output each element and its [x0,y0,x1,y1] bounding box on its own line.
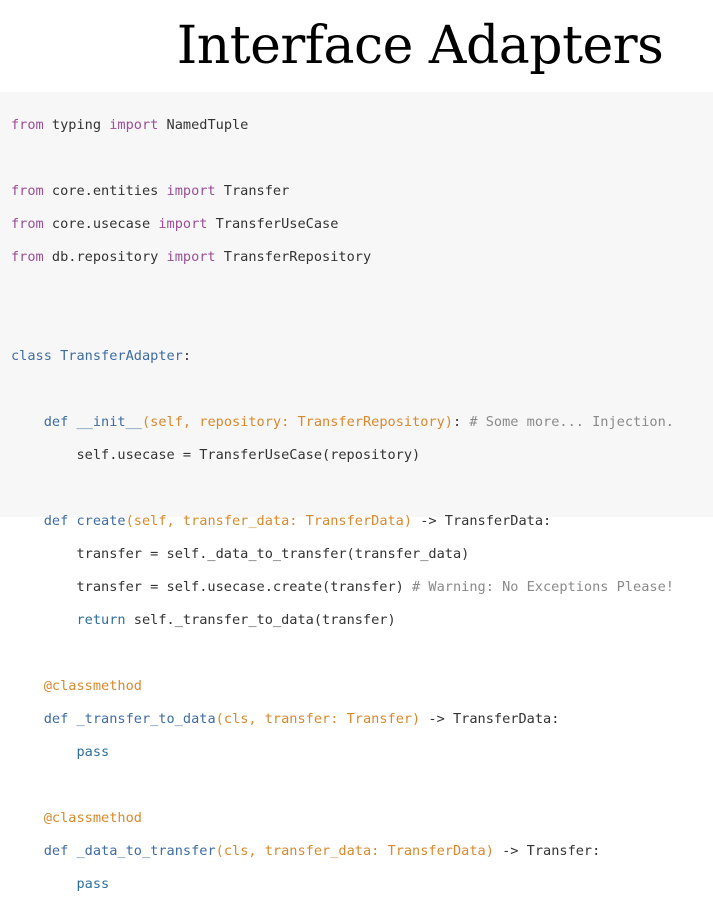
code-punct: : [182,347,192,364]
module-name: core.entities [43,182,167,199]
code-line: self.usecase = TransferUseCase(repositor… [11,447,674,464]
function-name: _data_to_transfer [76,842,216,859]
keyword-class: class [11,347,52,364]
code-line: return self._transfer_to_data(transfer) [11,612,674,629]
keyword-import: import [166,248,216,265]
code-line: def create(self, transfer_data: Transfer… [11,513,674,530]
code-line: @classmethod [11,678,674,695]
decorator: @classmethod [43,809,142,826]
keyword-from: from [11,215,44,232]
code-line: class TransferAdapter: [11,348,674,365]
code-line: def _transfer_to_data(cls, transfer: Tra… [11,711,674,728]
import-name: TransferUseCase [207,215,339,232]
function-params: (cls, transfer_data: TransferData) [215,842,494,859]
keyword-pass: pass [76,743,110,760]
function-params: (self, repository: TransferRepository) [141,413,453,430]
keyword-def: def [43,710,69,727]
code-line: transfer = self._data_to_transfer(transf… [11,546,674,563]
function-name: create [76,512,126,529]
function-params: (self, transfer_data: TransferData) [125,512,413,529]
keyword-def: def [43,413,69,430]
keyword-import: import [166,182,216,199]
keyword-from: from [11,182,44,199]
code-statement: self.usecase = TransferUseCase(repositor… [76,446,421,463]
code-line: from db.repository import TransferReposi… [11,249,674,266]
code-statement: transfer = self.usecase.create(transfer) [76,578,413,595]
code-line: pass [11,744,674,761]
code-statement: self._transfer_to_data(transfer) [125,611,396,628]
code-line: def __init__(self, repository: TransferR… [11,414,674,431]
keyword-from: from [11,116,44,133]
keyword-pass: pass [76,875,110,892]
decorator: @classmethod [43,677,142,694]
function-name: __init__ [76,413,142,430]
import-name: TransferRepository [215,248,372,265]
keyword-import: import [158,215,208,232]
keyword-def: def [43,512,69,529]
code-line: from core.entities import Transfer [11,183,674,200]
code-block: from typing import NamedTuple from core.… [0,92,713,892]
keyword-import: import [109,116,159,133]
import-name: Transfer [215,182,290,199]
return-annotation: -> TransferData: [420,710,560,727]
code-line: from typing import NamedTuple [11,117,674,134]
code-comment: # Some more... Injection. [469,413,674,430]
code-line: @classmethod [11,810,674,827]
keyword-return: return [76,611,126,628]
return-annotation: -> TransferData: [412,512,552,529]
slide-title: Interface Adapters [176,16,664,76]
class-name: TransferAdapter [60,347,183,364]
module-name: core.usecase [43,215,159,232]
code-punct: : [452,413,470,430]
code-statement: transfer = self._data_to_transfer(transf… [76,545,470,562]
module-name: typing [43,116,110,133]
code-line: from core.usecase import TransferUseCase [11,216,674,233]
module-name: db.repository [43,248,167,265]
keyword-from: from [11,248,44,265]
code-text: from typing import NamedTuple from core.… [11,100,674,909]
code-line: transfer = self.usecase.create(transfer)… [11,579,674,596]
code-line: def _data_to_transfer(cls, transfer_data… [11,843,674,860]
function-params: (cls, transfer: Transfer) [215,710,421,727]
keyword-def: def [43,842,69,859]
import-name: NamedTuple [158,116,249,133]
code-line: pass [11,876,674,893]
return-annotation: -> Transfer: [493,842,601,859]
code-comment: # Warning: No Exceptions Please! [412,578,674,595]
function-name: _transfer_to_data [76,710,216,727]
